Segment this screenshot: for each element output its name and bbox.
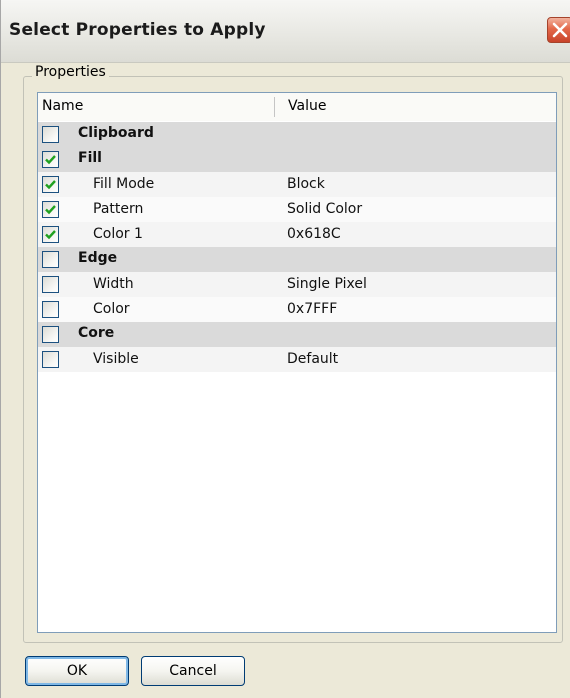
category-row-fill[interactable]: Fill bbox=[38, 147, 556, 172]
cancel-button[interactable]: Cancel bbox=[141, 656, 245, 686]
property-row-pattern[interactable]: Pattern Solid Color bbox=[38, 197, 556, 222]
property-value: Solid Color bbox=[287, 201, 363, 217]
checkbox-fill-mode[interactable] bbox=[42, 176, 59, 193]
ok-button[interactable]: OK bbox=[25, 656, 129, 686]
category-label: Core bbox=[78, 325, 115, 341]
title-bar[interactable]: Select Properties to Apply bbox=[1, 0, 570, 63]
column-header-name[interactable]: Name bbox=[42, 98, 83, 114]
checkbox-color-1[interactable] bbox=[42, 226, 59, 243]
checkbox-pattern[interactable] bbox=[42, 201, 59, 218]
property-row-fill-mode[interactable]: Fill Mode Block bbox=[38, 172, 556, 197]
property-value: Block bbox=[287, 176, 325, 192]
property-name: Color 1 bbox=[93, 226, 143, 242]
checkbox-visible[interactable] bbox=[42, 351, 59, 368]
property-value: 0x618C bbox=[287, 226, 341, 242]
category-label: Clipboard bbox=[78, 125, 154, 141]
checkbox-fill[interactable] bbox=[42, 151, 59, 168]
property-name: Visible bbox=[93, 351, 139, 367]
checkbox-color[interactable] bbox=[42, 301, 59, 318]
column-separator[interactable] bbox=[274, 97, 275, 117]
property-row-color[interactable]: Color 0x7FFF bbox=[38, 297, 556, 322]
property-row-color-1[interactable]: Color 1 0x618C bbox=[38, 222, 556, 247]
property-value: Default bbox=[287, 351, 339, 367]
close-button[interactable] bbox=[547, 17, 570, 43]
property-name: Width bbox=[93, 276, 134, 292]
checkmark-icon bbox=[45, 205, 56, 215]
category-label: Fill bbox=[78, 150, 102, 166]
checkmark-icon bbox=[45, 155, 56, 165]
property-grid[interactable]: Name Value Clipboard Fill Fill Mode Bloc… bbox=[37, 92, 557, 633]
checkbox-edge[interactable] bbox=[42, 251, 59, 268]
checkbox-core[interactable] bbox=[42, 326, 59, 343]
dialog-window: Select Properties to Apply Properties Na… bbox=[0, 0, 570, 698]
properties-group-label: Properties bbox=[32, 64, 109, 80]
category-row-core[interactable]: Core bbox=[38, 322, 556, 347]
property-row-width[interactable]: Width Single Pixel bbox=[38, 272, 556, 297]
grid-header: Name Value bbox=[38, 93, 556, 121]
category-label: Edge bbox=[78, 250, 118, 266]
column-header-value[interactable]: Value bbox=[288, 98, 326, 114]
checkbox-clipboard[interactable] bbox=[42, 126, 59, 143]
property-row-visible[interactable]: Visible Default bbox=[38, 347, 556, 372]
checkmark-icon bbox=[45, 180, 56, 190]
property-value: Single Pixel bbox=[287, 276, 367, 292]
checkmark-icon bbox=[45, 230, 56, 240]
dialog-title: Select Properties to Apply bbox=[9, 20, 266, 40]
category-row-clipboard[interactable]: Clipboard bbox=[38, 122, 556, 147]
close-icon bbox=[552, 22, 568, 38]
property-name: Pattern bbox=[93, 201, 144, 217]
checkbox-width[interactable] bbox=[42, 276, 59, 293]
category-row-edge[interactable]: Edge bbox=[38, 247, 556, 272]
property-name: Color bbox=[93, 301, 130, 317]
property-value: 0x7FFF bbox=[287, 301, 338, 317]
property-name: Fill Mode bbox=[93, 176, 155, 192]
